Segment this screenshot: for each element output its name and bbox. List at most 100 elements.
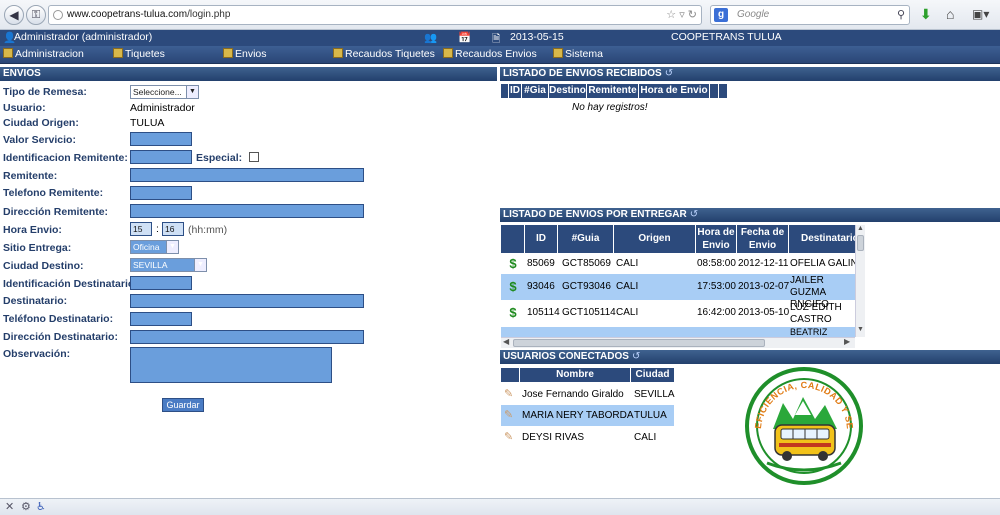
addon-icon[interactable]: ⚙ — [21, 500, 31, 513]
identificacion-remitente-label: Identificacion Remitente: — [3, 152, 128, 164]
section-title: USUARIOS CONECTADOS — [503, 351, 629, 362]
table-header-spacer — [501, 84, 508, 98]
valor-servicio-label: Valor Servicio: — [3, 134, 76, 146]
menu-item-label: Recaudos Tiquetes — [345, 48, 435, 60]
table-header-spacer — [501, 368, 519, 382]
tools-icon — [3, 48, 13, 58]
scroll-up-icon[interactable]: ▲ — [857, 225, 864, 232]
document-icon — [223, 48, 233, 58]
url-actions[interactable]: ☆ ▿ ↻ — [666, 8, 697, 21]
refresh-icon[interactable]: ↺ — [632, 351, 640, 362]
users-icon[interactable]: 👥 — [424, 31, 437, 44]
hora-envio-label: Hora Envio: — [3, 224, 62, 236]
col-hora: Hora de Envio — [696, 225, 736, 253]
star-icon[interactable]: ☆ — [666, 9, 676, 21]
col-origen: Origen — [614, 225, 695, 253]
menu-icon[interactable]: ▣▾ — [972, 6, 989, 22]
direccion-remitente-input[interactable] — [130, 204, 364, 218]
menu-item-envios[interactable]: Envios — [223, 48, 267, 60]
dollar-icon[interactable]: $ — [507, 257, 519, 271]
recibidos-col-guia: #Gia — [522, 84, 548, 98]
remitente-input[interactable] — [130, 168, 364, 182]
sitio-entrega-select[interactable]: Oficina ▼ — [130, 240, 179, 254]
col-fecha: Fecha de Envio — [737, 225, 788, 253]
select-value: Oficina — [133, 242, 160, 252]
cell-destinatario: OFELIA GALIN — [790, 258, 855, 269]
dollar-icon[interactable]: $ — [507, 306, 519, 320]
scroll-left-icon[interactable]: ◀ — [503, 337, 509, 346]
identificacion-remitente-input[interactable] — [130, 150, 192, 164]
cell-hora: 08:58:00 — [697, 258, 736, 269]
cell-destinatario: BEATRIZ — [790, 327, 828, 337]
scroll-right-icon[interactable]: ▶ — [844, 337, 850, 346]
cell-hora: 17:53:00 — [697, 281, 736, 292]
refresh-icon[interactable]: ↺ — [665, 68, 673, 79]
key-icon[interactable]: ⚿ — [26, 5, 46, 25]
table-header-spacer — [501, 225, 524, 253]
document-icon — [553, 48, 563, 58]
accessibility-icon[interactable]: ♿ — [36, 500, 46, 513]
usuario-nombre: DEYSI RIVAS — [522, 432, 585, 443]
valor-servicio-input[interactable] — [130, 132, 192, 146]
section-title: LISTADO DE ENVIOS RECIBIDOS — [503, 68, 662, 79]
destinatario-input[interactable] — [130, 294, 364, 308]
especial-checkbox[interactable] — [249, 152, 259, 162]
menu-item-sistema[interactable]: Sistema — [553, 48, 603, 60]
tipo-remesa-select[interactable]: Seleccione... ▼ — [130, 85, 199, 99]
guardar-button[interactable]: Guardar — [162, 398, 204, 412]
download-icon[interactable]: ⬇ — [920, 6, 932, 22]
observacion-textarea[interactable] — [130, 347, 332, 383]
search-placeholder: Google — [737, 9, 770, 20]
recibidos-col-remitente: Remitente — [587, 84, 638, 98]
address-bar[interactable]: www.coopetrans-tulua.com/login.php ☆ ▿ ↻ — [48, 5, 702, 25]
identificacion-destinatario-input[interactable] — [130, 276, 192, 290]
ciudad-origen-label: Ciudad Origen: — [3, 117, 79, 129]
browser-toolbar: ◀ ⚿ www.coopetrans-tulua.com/login.php ☆… — [0, 0, 1000, 30]
home-icon[interactable]: ⌂ — [946, 6, 954, 22]
direccion-destinatario-input[interactable] — [130, 330, 364, 344]
reload-icon[interactable]: ↻ — [688, 9, 697, 21]
user-edit-icon[interactable]: ✎ — [504, 387, 513, 400]
minuto-input[interactable]: 16 — [162, 222, 184, 236]
col-guia: #Guia — [558, 225, 613, 253]
usuario-nombre: Jose Fernando Giraldo — [522, 389, 624, 400]
scroll-thumb[interactable] — [857, 235, 864, 251]
close-icon[interactable]: ✕ — [5, 500, 14, 513]
menu-item-tiquetes[interactable]: Tiquetes — [113, 48, 165, 60]
coopetrans-logo: EFICIENCIA, CALIDAD Y SEGURIDAD — [745, 367, 863, 485]
refresh-icon[interactable]: ↺ — [690, 209, 698, 220]
menu-item-label: Tiquetes — [125, 48, 165, 60]
user-edit-icon[interactable]: ✎ — [504, 430, 513, 443]
cell-hora: 16:42:00 — [697, 307, 736, 318]
telefono-remitente-input[interactable] — [130, 186, 192, 200]
horizontal-scrollbar[interactable]: ◀ ▶ — [501, 337, 855, 348]
cell-destinatario: LUZ EDITH CASTRO — [790, 302, 842, 325]
cell-origen: CALI — [616, 307, 639, 318]
select-value: Seleccione... — [133, 87, 182, 97]
hora-input[interactable]: 15 — [130, 222, 152, 236]
search-icon[interactable]: ⚲ — [897, 8, 905, 21]
dropdown-icon[interactable]: ▿ — [679, 9, 685, 21]
menu-item-label: Sistema — [565, 48, 603, 60]
main-menu: Administracion Tiquetes Envios Recaudos … — [0, 46, 1000, 64]
calendar-icon[interactable]: 📅 — [458, 31, 471, 44]
vertical-scrollbar[interactable]: ▲ ▼ — [855, 225, 865, 337]
scroll-down-icon[interactable]: ▼ — [857, 326, 864, 333]
sitio-entrega-label: Sitio Entrega: — [3, 242, 72, 254]
back-icon[interactable]: ◀ — [4, 5, 24, 25]
menu-item-label: Administracion — [15, 48, 84, 60]
empty-message: No hay registros! — [572, 102, 648, 113]
scroll-thumb[interactable] — [513, 339, 765, 347]
menu-item-administracion[interactable]: Administracion — [3, 48, 84, 60]
remitente-label: Remitente: — [3, 170, 58, 182]
por-entregar-section-header: LISTADO DE ENVIOS POR ENTREGAR ↺ — [500, 208, 1000, 222]
menu-item-recaudos-envios[interactable]: Recaudos Envios — [443, 48, 537, 60]
user-edit-icon[interactable]: ✎ — [504, 408, 513, 421]
search-bar[interactable]: g Google ⚲ — [710, 5, 910, 25]
company-label: COOPETRANS TULUA — [671, 31, 782, 43]
telefono-destinatario-input[interactable] — [130, 312, 192, 326]
ciudad-destino-select[interactable]: SEVILLA ▼ — [130, 258, 207, 272]
dollar-icon[interactable]: $ — [507, 280, 519, 294]
direccion-destinatario-label: Dirección Destinatario: — [3, 331, 118, 343]
menu-item-recaudos-tiquetes[interactable]: Recaudos Tiquetes — [333, 48, 435, 60]
